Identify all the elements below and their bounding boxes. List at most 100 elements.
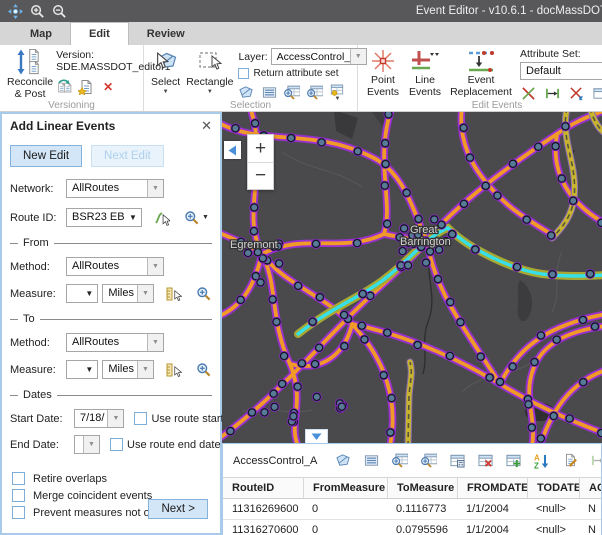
start-date-combobox[interactable]: 7/18/ ▼ xyxy=(74,409,124,428)
from-measure-caret-icon[interactable]: ▼ xyxy=(81,285,97,302)
selection-list-icon[interactable] xyxy=(261,85,277,101)
table-edit-attributes-icon[interactable] xyxy=(563,453,578,469)
zoom-to-selection-icon[interactable] xyxy=(284,85,300,101)
route-id-caret-icon[interactable]: ▼ xyxy=(125,209,141,226)
collapse-table-button[interactable] xyxy=(305,429,328,443)
attribute-set-value: Default xyxy=(521,63,602,79)
line-events-button[interactable]: Line Events xyxy=(404,46,446,99)
tab-edit[interactable]: Edit xyxy=(70,22,129,45)
zoom-out-icon[interactable] xyxy=(50,3,68,19)
table-delete-row-icon[interactable] xyxy=(478,453,493,469)
new-edit-button[interactable]: New Edit xyxy=(10,145,82,167)
col-ac[interactable]: AC xyxy=(579,478,602,498)
to-measure-on-map-icon[interactable] xyxy=(166,362,182,378)
to-zoom-icon[interactable] xyxy=(196,362,212,378)
table-measure-icon-disabled[interactable] xyxy=(591,453,602,469)
col-frommeasure[interactable]: FromMeasure xyxy=(303,478,387,498)
reconcile-post-icon xyxy=(16,48,44,76)
table-sort-icon[interactable]: A Z xyxy=(534,453,550,469)
map-label-egremont: Egremont xyxy=(230,239,278,251)
use-route-start-date-checkbox[interactable] xyxy=(134,412,147,425)
to-method-combobox[interactable]: AllRoutes ▼ xyxy=(66,333,164,352)
line-events-label: Line Events xyxy=(407,75,443,99)
end-date-combobox[interactable]: ▼ xyxy=(74,435,100,454)
network-value: AllRoutes xyxy=(67,180,147,197)
tab-map[interactable]: Map xyxy=(12,22,70,45)
col-todate[interactable]: TODATE xyxy=(527,478,579,498)
table-add-row-icon[interactable] xyxy=(506,453,521,469)
select-by-polygon-icon[interactable] xyxy=(238,85,254,101)
use-route-end-date-checkbox[interactable] xyxy=(110,438,123,451)
prevent-measures-checkbox[interactable] xyxy=(12,506,25,519)
layer-value: AccessControl_A xyxy=(272,49,350,64)
from-measure-combobox[interactable]: ▼ xyxy=(66,284,98,303)
table-row[interactable]: 11316269600 0 0.1116773 1/1/2004 <null> … xyxy=(223,499,602,520)
add-linear-events-panel: Add Linear Events ✕ New Edit Next Edit N… xyxy=(0,112,222,535)
table-list-icon[interactable] xyxy=(364,453,379,469)
pan-to-selection-icon[interactable] xyxy=(307,85,323,101)
select-route-on-map-icon[interactable] xyxy=(154,210,170,226)
network-combobox[interactable]: AllRoutes ▼ xyxy=(66,179,164,198)
split-event-icon[interactable] xyxy=(520,85,536,101)
selection-options-icon xyxy=(330,83,344,96)
group-label-versioning: Versioning xyxy=(0,100,143,111)
route-id-combobox[interactable]: BSR23 EB ▼ xyxy=(66,208,142,227)
rectangle-dropdown-caret[interactable]: ▼ xyxy=(207,90,213,95)
reconcile-post-button[interactable]: Reconcile & Post xyxy=(4,46,56,99)
to-unit-caret-icon[interactable]: ▼ xyxy=(137,361,153,378)
pan-icon[interactable] xyxy=(6,3,24,19)
panel-close-icon[interactable]: ✕ xyxy=(201,120,212,132)
table-select-by-polygon-icon[interactable] xyxy=(336,453,351,469)
from-measure-label: Measure: xyxy=(10,288,62,300)
select-button[interactable]: Select ▼ xyxy=(148,46,183,99)
use-route-end-date-label: Use route end date xyxy=(127,439,221,451)
from-unit-combobox[interactable]: Miles ▼ xyxy=(102,284,154,303)
map-zoom-in-button[interactable]: + xyxy=(248,135,273,162)
measure-event-icon[interactable] xyxy=(544,85,560,101)
to-method-caret-icon[interactable]: ▼ xyxy=(147,334,163,351)
to-measure-caret-icon[interactable]: ▼ xyxy=(81,361,97,378)
col-fromdate[interactable]: FROMDATE xyxy=(457,478,527,498)
table-field-calculator-icon[interactable] xyxy=(450,453,465,469)
merge-event-icon[interactable] xyxy=(568,85,584,101)
attribute-set-combobox[interactable]: Default xyxy=(520,62,602,80)
tab-review[interactable]: Review xyxy=(129,22,203,45)
return-attribute-set-checkbox[interactable] xyxy=(238,68,249,79)
table-zoom-to-icon[interactable] xyxy=(392,453,408,469)
end-date-caret-icon[interactable]: ▼ xyxy=(83,436,99,453)
delete-version-icon[interactable]: ✕ xyxy=(100,79,116,95)
point-events-button[interactable]: Point Events xyxy=(362,46,404,99)
cell-todate: <null> xyxy=(527,503,579,515)
new-version-icon[interactable] xyxy=(78,79,94,95)
event-replacement-button[interactable]: Event Replacement xyxy=(446,46,516,99)
to-unit-combobox[interactable]: Miles ▼ xyxy=(102,360,154,379)
ribbon: Reconcile & Post Version: SDE.MASSDOT_ed… xyxy=(0,45,602,112)
zoom-in-icon[interactable] xyxy=(28,3,46,19)
from-method-combobox[interactable]: AllRoutes ▼ xyxy=(66,257,164,276)
rectangle-button[interactable]: Rectangle ▼ xyxy=(183,46,236,99)
from-unit-caret-icon[interactable]: ▼ xyxy=(137,285,153,302)
map-canvas[interactable]: Egremont Great Barrington xyxy=(222,112,602,443)
collapse-panel-button[interactable] xyxy=(224,141,241,159)
from-method-caret-icon[interactable]: ▼ xyxy=(147,258,163,275)
col-tomeasure[interactable]: ToMeasure xyxy=(387,478,457,498)
to-measure-combobox[interactable]: ▼ xyxy=(66,360,98,379)
col-routeid[interactable]: RouteID xyxy=(223,478,303,498)
network-caret-icon[interactable]: ▼ xyxy=(147,180,163,197)
merge-coincident-events-checkbox[interactable] xyxy=(12,489,25,502)
table-pan-to-icon[interactable] xyxy=(421,453,437,469)
retire-overlaps-checkbox[interactable] xyxy=(12,472,25,485)
select-dropdown-caret[interactable]: ▼ xyxy=(163,90,169,95)
start-date-caret-icon[interactable]: ▼ xyxy=(107,410,123,427)
from-zoom-icon[interactable] xyxy=(196,286,212,302)
layer-combobox[interactable]: AccessControl_A ▼ xyxy=(271,48,367,65)
table-row[interactable]: 11316270600 0 0.0795596 1/1/2004 <null> … xyxy=(223,520,602,535)
map-zoom-out-button[interactable]: − xyxy=(248,162,273,189)
zoom-to-route-button[interactable]: ▼ xyxy=(184,210,209,226)
from-measure-on-map-icon[interactable] xyxy=(166,286,182,302)
event-attributes-window-icon[interactable] xyxy=(592,85,602,101)
refresh-version-icon[interactable] xyxy=(56,79,72,95)
next-button[interactable]: Next > xyxy=(148,499,208,519)
next-edit-button[interactable]: Next Edit xyxy=(91,145,164,167)
map-area[interactable]: Egremont Great Barrington + − xyxy=(222,112,602,443)
